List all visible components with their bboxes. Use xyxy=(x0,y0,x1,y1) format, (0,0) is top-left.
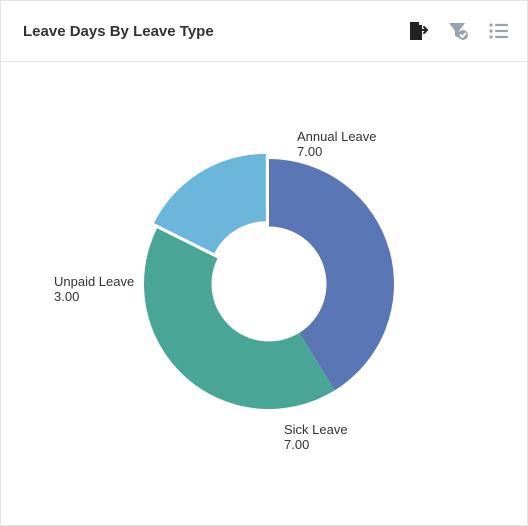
slice-label-value: 7.00 xyxy=(297,145,377,160)
slice-label-sick: Sick Leave 7.00 xyxy=(284,423,348,453)
slice-label-name: Unpaid Leave xyxy=(54,275,134,290)
filter-icon xyxy=(447,21,469,41)
card-title: Leave Days By Leave Type xyxy=(23,23,214,40)
slice-label-annual: Annual Leave 7.00 xyxy=(297,130,377,160)
slice-label-unpaid: Unpaid Leave 3.00 xyxy=(54,275,134,305)
slice-label-name: Annual Leave xyxy=(297,130,377,145)
chart-card: Leave Days By Leave Type xyxy=(0,0,528,526)
slice-label-value: 3.00 xyxy=(54,290,134,305)
filter-button[interactable] xyxy=(447,20,469,42)
export-button[interactable] xyxy=(407,20,429,42)
header-actions xyxy=(407,20,509,42)
slice-sick-leave[interactable] xyxy=(144,228,335,409)
slice-label-name: Sick Leave xyxy=(284,423,348,438)
legend-button[interactable] xyxy=(487,20,509,42)
export-icon xyxy=(407,21,429,41)
legend-icon xyxy=(487,21,509,41)
chart-area: Annual Leave 7.00 Sick Leave 7.00 Unpaid… xyxy=(1,62,527,525)
card-header: Leave Days By Leave Type xyxy=(1,1,527,62)
slice-label-value: 7.00 xyxy=(284,438,348,453)
